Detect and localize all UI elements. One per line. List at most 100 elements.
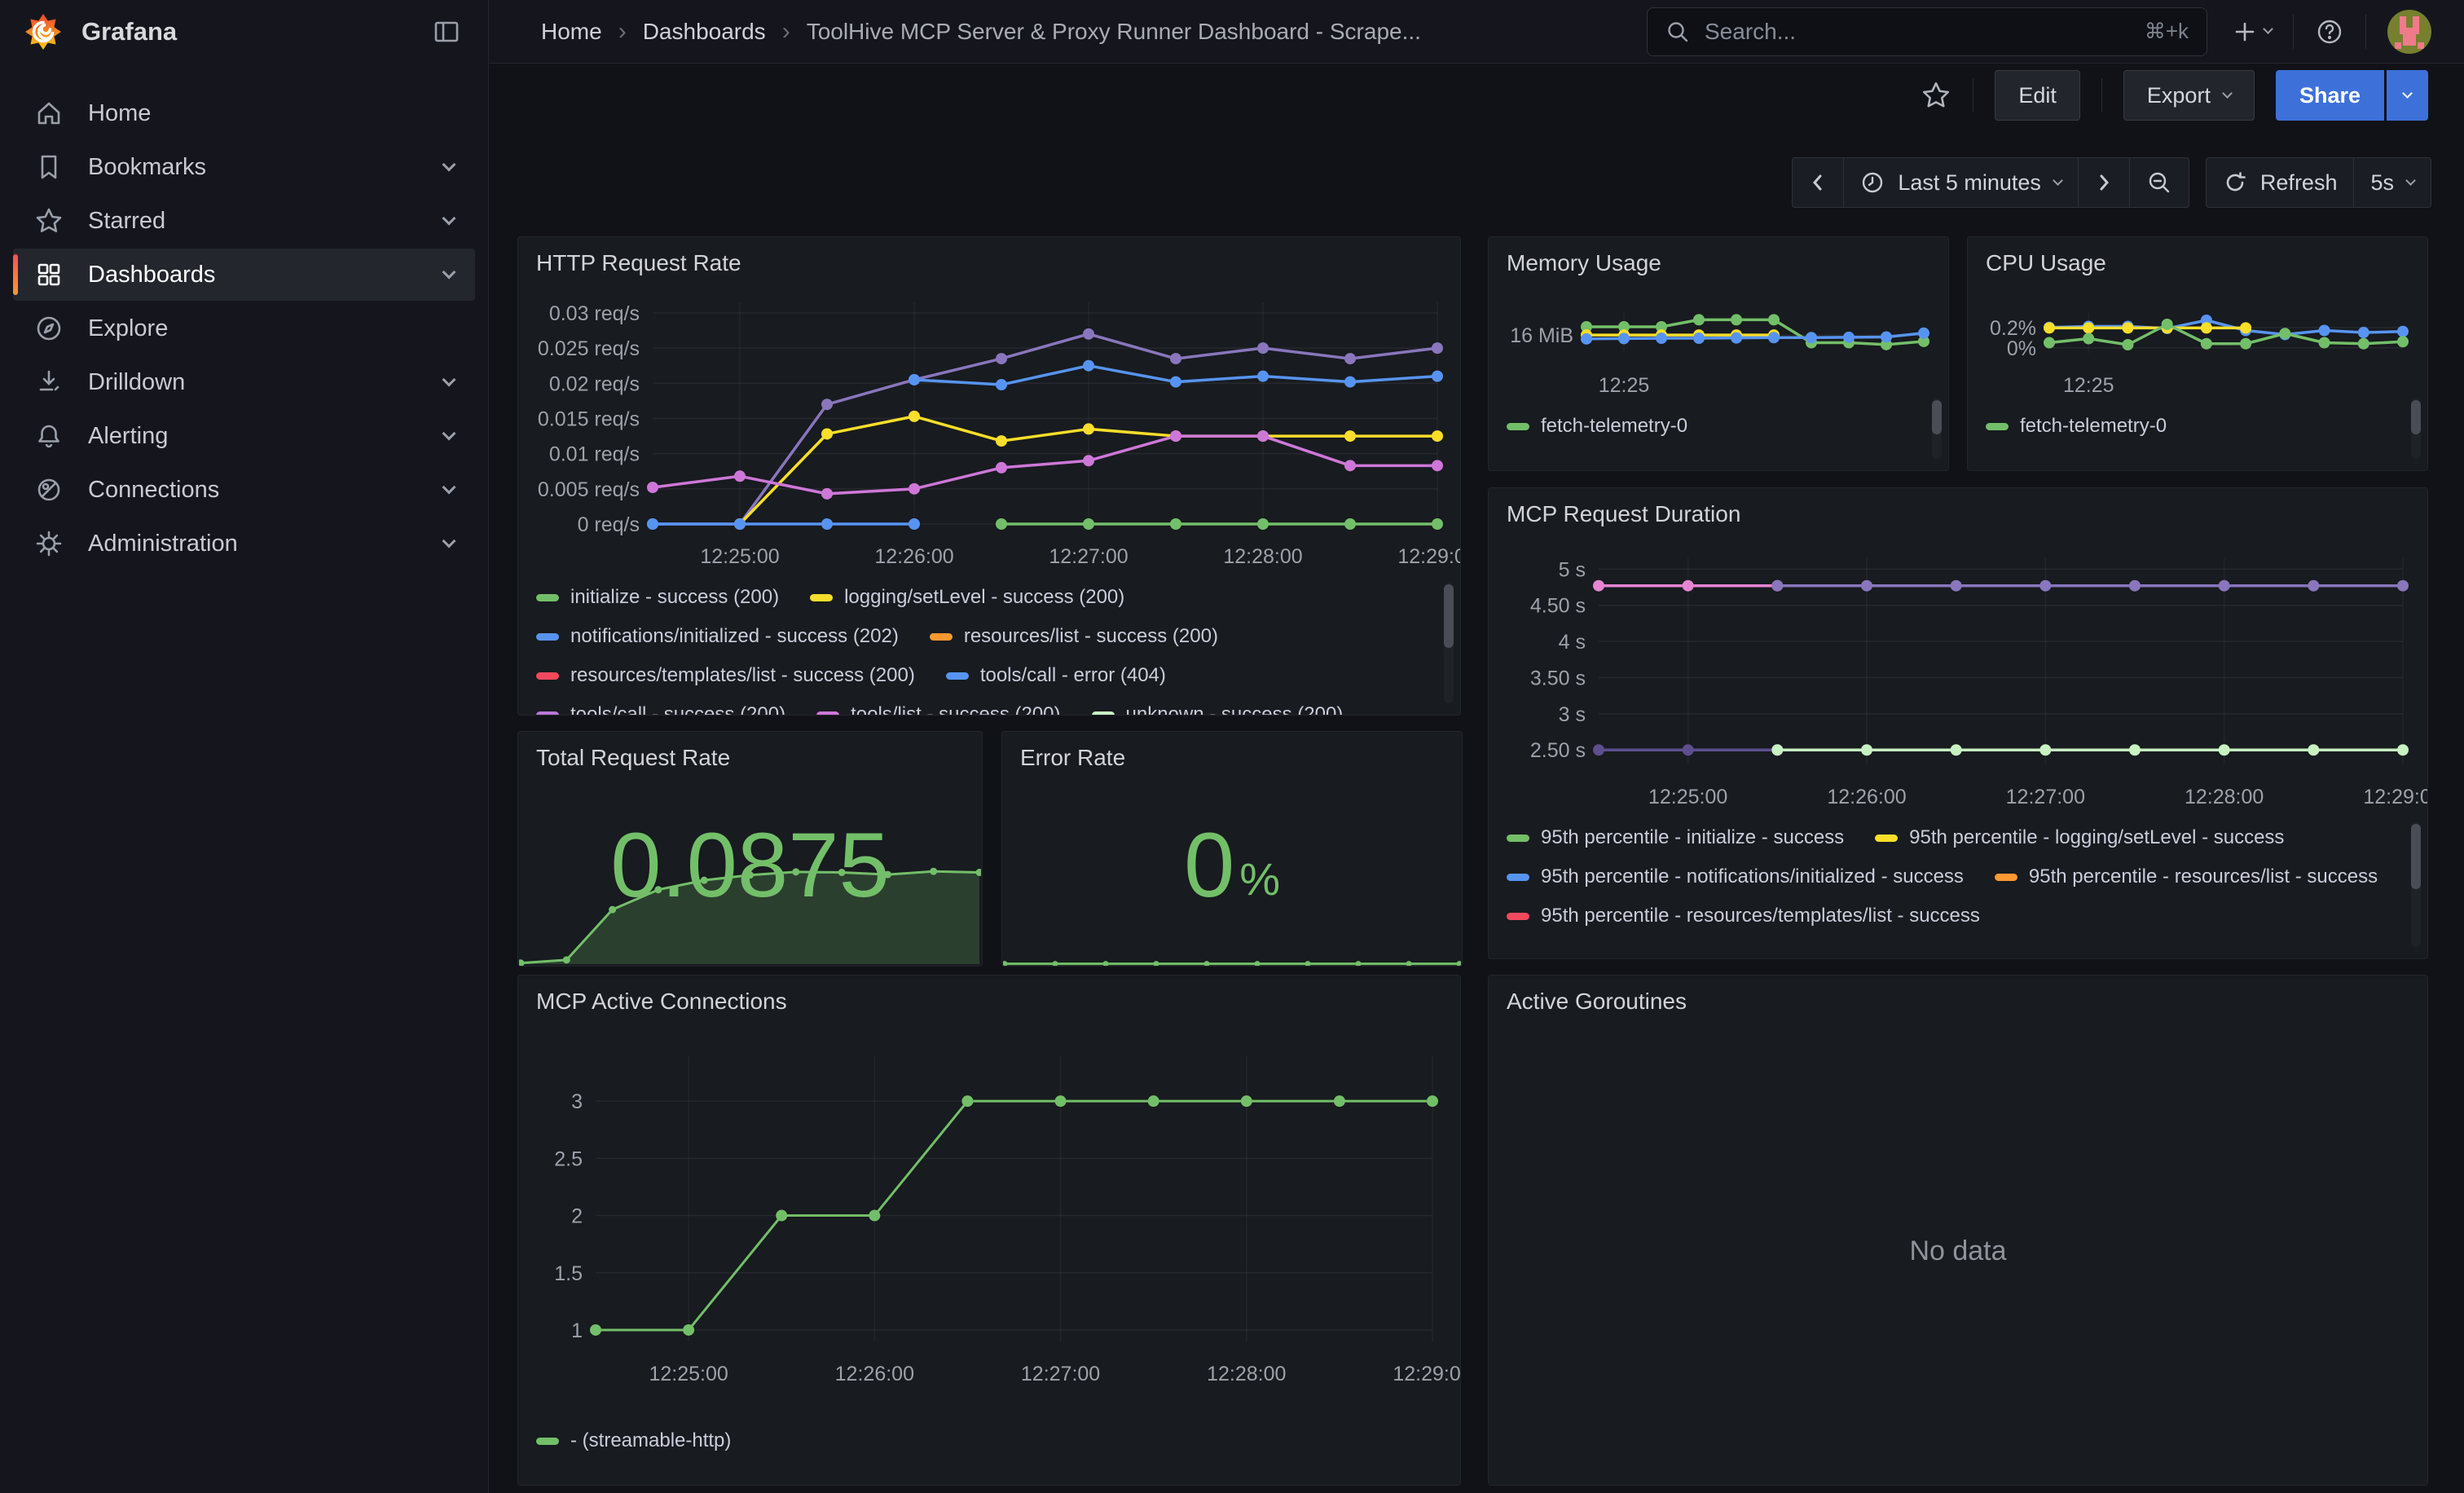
edit-button[interactable]: Edit xyxy=(1995,70,2080,121)
legend-item[interactable]: tools/call - success (200) xyxy=(536,695,785,715)
sidebar-item-label: Administration xyxy=(88,531,420,557)
legend-item[interactable]: tools/call - error (404) xyxy=(946,656,1166,695)
sidebar-item-connections[interactable]: Connections xyxy=(13,464,475,516)
user-avatar[interactable] xyxy=(2387,10,2431,54)
legend-item[interactable]: notifications/initialized - success (202… xyxy=(536,617,899,656)
add-button[interactable] xyxy=(2232,19,2272,45)
legend-item[interactable]: 95th percentile - notifications/initiali… xyxy=(1507,857,1964,896)
refresh-interval-picker[interactable]: 5s xyxy=(2353,158,2431,207)
scrollbar-thumb[interactable] xyxy=(2411,400,2421,434)
memory-usage-chart[interactable]: 16 MiB12:25 xyxy=(1489,280,1948,402)
active-svg: 11.522.5312:25:0012:26:0012:27:0012:28:0… xyxy=(518,1018,1460,1403)
sidebar-item-dashboards[interactable]: Dashboards xyxy=(13,249,475,301)
panel-title[interactable]: Active Goroutines xyxy=(1489,976,2427,1018)
svg-text:3.50 s: 3.50 s xyxy=(1530,667,1586,689)
legend-swatch xyxy=(1092,711,1115,716)
scrollbar-thumb[interactable] xyxy=(2411,824,2421,889)
legend-label: 95th percentile - logging/setLevel - suc… xyxy=(1909,826,2284,849)
panel-title[interactable]: Memory Usage xyxy=(1489,237,1948,280)
sidebar-header: Grafana xyxy=(0,0,488,64)
svg-text:3 s: 3 s xyxy=(1559,703,1586,726)
share-dropdown-button[interactable] xyxy=(2387,70,2428,121)
panel-title[interactable]: CPU Usage xyxy=(1968,237,2427,280)
export-button[interactable]: Export xyxy=(2123,70,2255,121)
refresh-label: Refresh xyxy=(2260,170,2338,196)
sidebar-item-starred[interactable]: Starred xyxy=(13,195,475,247)
legend-item[interactable]: fetch-telemetry-0 xyxy=(1986,407,2167,446)
error-rate-unit: % xyxy=(1239,852,1280,905)
legend-item[interactable]: - (streamable-http) xyxy=(536,1421,731,1460)
zoom-out-button[interactable] xyxy=(2129,158,2189,207)
svg-text:12:26:00: 12:26:00 xyxy=(1827,786,1906,808)
svg-text:0.03 req/s: 0.03 req/s xyxy=(549,302,640,325)
legend-item[interactable]: fetch-telemetry-0 xyxy=(1507,407,1687,446)
panel-title[interactable]: MCP Request Duration xyxy=(1489,488,2427,531)
chevron-down-icon xyxy=(2402,88,2413,99)
legend-item[interactable]: logging/setLevel - success (200) xyxy=(810,578,1124,617)
legend-item[interactable]: initialize - success (200) xyxy=(536,578,779,617)
panel-title[interactable]: HTTP Request Rate xyxy=(518,237,1460,280)
error-rate-number: 0 xyxy=(1184,813,1234,918)
memory-svg: 16 MiB12:25 xyxy=(1489,280,1948,402)
sidebar-item-alerting[interactable]: Alerting xyxy=(13,410,475,462)
legend-scrollbar[interactable] xyxy=(2411,399,2421,459)
legend-item[interactable]: resources/list - success (200) xyxy=(930,617,1218,656)
legend-item[interactable]: 95th percentile - initialize - success xyxy=(1507,818,1844,857)
sidebar-toggle-icon[interactable] xyxy=(433,18,460,46)
sidebar-item-administration[interactable]: Administration xyxy=(13,517,475,570)
sidebar-nav: Home Bookmarks Starred Dashbo xyxy=(0,64,488,593)
http-request-rate-chart[interactable]: 0 req/s0.005 req/s0.01 req/s0.015 req/s0… xyxy=(518,280,1460,578)
svg-text:12:26:00: 12:26:00 xyxy=(874,545,953,568)
legend-scrollbar[interactable] xyxy=(2411,822,2421,947)
mcp-active-connections-chart[interactable]: 11.522.5312:25:0012:26:0012:27:0012:28:0… xyxy=(518,1018,1460,1403)
scrollbar-thumb[interactable] xyxy=(1932,400,1942,434)
legend-scrollbar[interactable] xyxy=(1444,583,1454,703)
legend-item[interactable]: 95th percentile - logging/setLevel - suc… xyxy=(1875,818,2284,857)
drilldown-icon xyxy=(34,368,64,397)
app-title: Grafana xyxy=(81,17,413,46)
sidebar-item-explore[interactable]: Explore xyxy=(13,302,475,355)
legend-swatch xyxy=(536,672,559,680)
breadcrumb-dashboards[interactable]: Dashboards xyxy=(643,19,766,45)
legend-item[interactable]: 95th percentile - resources/list - succe… xyxy=(1995,857,2378,896)
legend-swatch xyxy=(930,633,953,641)
panel-title[interactable]: MCP Active Connections xyxy=(518,976,1460,1018)
panel-mcp-active-connections: MCP Active Connections 11.522.5312:25:00… xyxy=(517,975,1461,1486)
svg-text:12:25:00: 12:25:00 xyxy=(700,545,779,568)
legend-item[interactable]: unknown - success (200) xyxy=(1092,695,1344,715)
svg-text:0 req/s: 0 req/s xyxy=(578,513,640,536)
share-button[interactable]: Share xyxy=(2276,70,2384,121)
legend-label: 95th percentile - resources/list - succe… xyxy=(2029,865,2378,888)
svg-text:0.015 req/s: 0.015 req/s xyxy=(538,407,640,430)
legend-label: tools/list - success (200) xyxy=(851,703,1060,715)
sidebar-item-home[interactable]: Home xyxy=(13,87,475,139)
legend-swatch xyxy=(536,594,559,601)
legend-item[interactable]: tools/list - success (200) xyxy=(816,695,1060,715)
panel-memory-usage: Memory Usage 16 MiB12:25 fetch-telemetry… xyxy=(1488,236,1949,471)
scrollbar-thumb[interactable] xyxy=(1444,584,1454,648)
svg-text:1.5: 1.5 xyxy=(554,1262,583,1285)
cpu-usage-chart[interactable]: 0.2%0%12:25 xyxy=(1968,280,2427,402)
time-range-picker[interactable]: Last 5 minutes xyxy=(1843,158,2078,207)
sidebar-item-bookmarks[interactable]: Bookmarks xyxy=(13,141,475,193)
mcp-request-duration-chart[interactable]: 2.50 s3 s3.50 s4 s4.50 s5 s12:25:0012:26… xyxy=(1489,531,2427,818)
search-input[interactable]: Search... ⌘+k xyxy=(1647,7,2207,56)
time-shift-back-button[interactable] xyxy=(1793,158,1843,207)
favorite-star-icon[interactable] xyxy=(1921,80,1951,111)
divider xyxy=(2293,15,2294,49)
svg-text:12:25: 12:25 xyxy=(2063,374,2114,397)
gear-icon xyxy=(34,529,64,558)
legend-scrollbar[interactable] xyxy=(1932,399,1942,459)
grafana-logo-icon[interactable] xyxy=(24,13,62,51)
breadcrumb-home[interactable]: Home xyxy=(541,19,602,45)
svg-text:0.01 req/s: 0.01 req/s xyxy=(549,443,640,466)
refresh-button[interactable]: Refresh xyxy=(2207,158,2354,207)
sidebar-item-drilldown[interactable]: Drilldown xyxy=(13,356,475,408)
legend-item[interactable]: 95th percentile - resources/templates/li… xyxy=(1507,896,1980,936)
time-shift-forward-button[interactable] xyxy=(2078,158,2129,207)
share-split-button: Share xyxy=(2276,70,2428,121)
panel-mcp-request-duration: MCP Request Duration 2.50 s3 s3.50 s4 s4… xyxy=(1488,487,2428,959)
legend-label: fetch-telemetry-0 xyxy=(2020,415,2167,438)
legend-item[interactable]: resources/templates/list - success (200) xyxy=(536,656,915,695)
help-icon[interactable] xyxy=(2315,17,2344,46)
